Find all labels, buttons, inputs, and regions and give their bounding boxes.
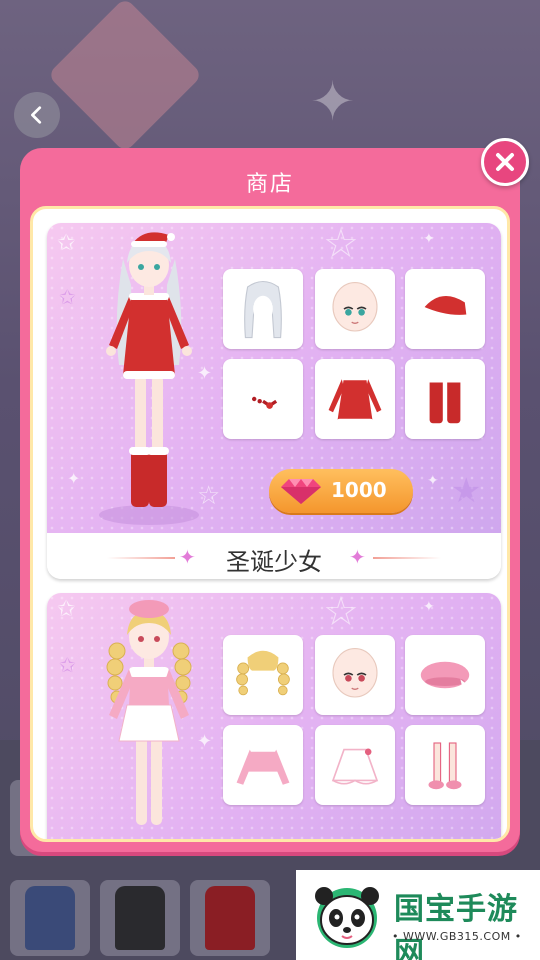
outfit-card-art: ✩ ☆ ✦ ✩ ✦ ✦ ☆ ★ ✦ 1000 (47, 223, 501, 533)
shop-title: 商店 (245, 172, 294, 197)
item-tile-hat[interactable] (405, 635, 485, 715)
background-sparkle-icon: ✦ (310, 70, 356, 133)
dress-icon (328, 374, 382, 426)
star-icon: ✩ (57, 231, 76, 256)
top-icon (236, 745, 290, 785)
item-tile-hair[interactable] (223, 635, 303, 715)
sparkle-icon: ✦ (67, 469, 81, 488)
shoes-icon (428, 742, 462, 790)
star-icon: ✩ (59, 653, 76, 677)
shop-modal: 商店 ✩ ☆ ✦ ✩ ✦ ✦ ☆ ★ ✦ 1000 ✦ 圣诞少女 ✦ ✩ ☆ ✦… (20, 148, 520, 852)
sparkle-icon: ✦ (427, 473, 439, 489)
watermark-site-name: 国宝手游网 (394, 892, 518, 960)
item-tile-hair[interactable] (223, 269, 303, 349)
face-icon (332, 648, 378, 698)
wardrobe-slot (10, 880, 90, 956)
item-tile-face[interactable] (315, 635, 395, 715)
sparkle-icon: ✦ (349, 545, 366, 569)
item-tile-boots[interactable] (405, 359, 485, 439)
pink-outfit-girl-character (106, 600, 192, 825)
background-diamond-decoration (47, 0, 203, 153)
item-tile-top[interactable] (223, 725, 303, 805)
outfit-card-art: ✩ ☆ ✦ ✩ ✦ (47, 593, 501, 839)
close-icon (496, 153, 514, 171)
star-icon: ✩ (59, 285, 76, 309)
site-watermark: 国宝手游网 • WWW.GB315.COM • (296, 870, 540, 960)
item-tile-skirt[interactable] (315, 725, 395, 805)
hair-icon (236, 650, 290, 696)
wardrobe-slot (100, 880, 180, 956)
item-tile-accessory[interactable] (223, 359, 303, 439)
beret-icon (420, 661, 470, 689)
item-tile-dress[interactable] (315, 359, 395, 439)
star-icon: ★ (451, 471, 482, 511)
price-value: 1000 (331, 478, 387, 502)
sparkle-icon: ✦ (423, 231, 435, 247)
face-icon (332, 282, 378, 332)
close-button[interactable] (481, 138, 529, 186)
decorative-line (373, 557, 441, 559)
item-tile-face[interactable] (315, 269, 395, 349)
wardrobe-dress-thumbnail (205, 886, 255, 950)
boots-icon (427, 377, 463, 424)
buy-price-button[interactable]: 1000 (269, 469, 413, 513)
christmas-girl-character (99, 232, 199, 525)
accessory-icon (252, 396, 278, 409)
gem-icon (281, 479, 321, 504)
chevron-left-icon (31, 106, 42, 124)
hair-icon (244, 280, 282, 339)
skirt-icon (331, 748, 379, 785)
outfit-card[interactable]: ✩ ☆ ✦ ✩ ✦ (47, 593, 501, 839)
outfit-card[interactable]: ✩ ☆ ✦ ✩ ✦ ✦ ☆ ★ ✦ 1000 ✦ 圣诞少女 ✦ (47, 223, 501, 579)
wardrobe-slot (190, 880, 270, 956)
wardrobe-dress-thumbnail (115, 886, 165, 950)
star-icon: ✩ (57, 597, 76, 622)
outfit-card-footer: ✦ 圣诞少女 ✦ (47, 533, 501, 579)
shop-item-list[interactable]: ✩ ☆ ✦ ✩ ✦ ✦ ☆ ★ ✦ 1000 ✦ 圣诞少女 ✦ ✩ ☆ ✦ ✩ … (30, 206, 510, 842)
panda-logo-icon (315, 887, 379, 948)
item-tile-hat[interactable] (405, 269, 485, 349)
star-icon: ☆ (323, 223, 359, 267)
santa-hat-icon (417, 296, 473, 328)
sparkle-icon: ✦ (423, 599, 435, 615)
outfit-set-name: 圣诞少女 (226, 548, 322, 576)
star-icon: ☆ (323, 593, 359, 635)
wardrobe-dress-thumbnail (25, 886, 75, 950)
watermark-url: • WWW.GB315.COM • (392, 930, 522, 943)
back-button[interactable] (14, 92, 60, 138)
item-tile-shoes[interactable] (405, 725, 485, 805)
